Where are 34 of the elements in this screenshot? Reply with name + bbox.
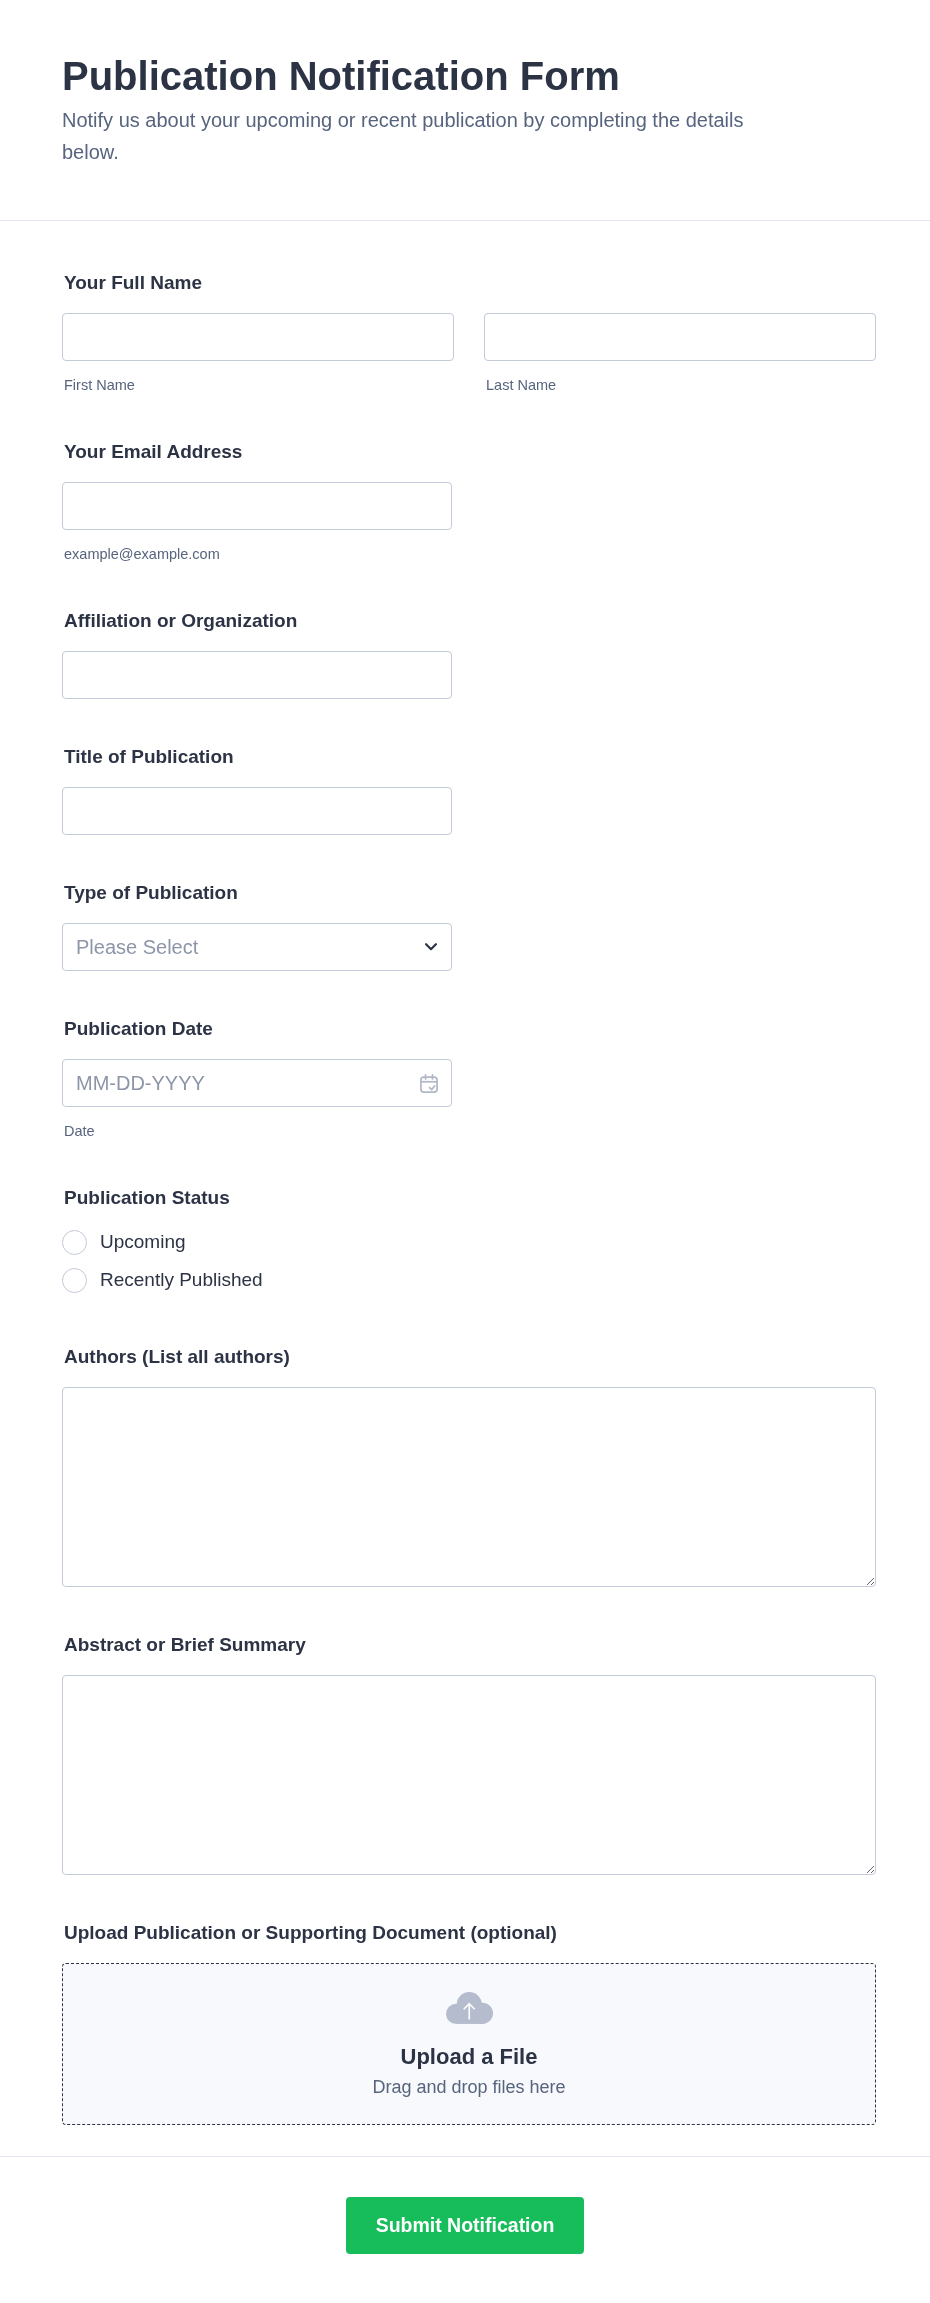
field-label: Publication Date	[64, 1017, 213, 1041]
field-sublabel: First Name	[64, 376, 135, 394]
form-title: Publication Notification Form	[62, 53, 621, 100]
field-label: Title of Publication	[64, 745, 234, 769]
upload-hint: Drag and drop files here	[372, 2076, 566, 2098]
upload-title: Upload a File	[400, 2043, 538, 2071]
text-field[interactable]	[62, 313, 454, 361]
text-field[interactable]	[62, 787, 452, 835]
field-label: Type of Publication	[64, 881, 238, 905]
text-field[interactable]	[62, 651, 452, 699]
text-area[interactable]	[62, 1675, 876, 1875]
option-label[interactable]: Upcoming	[100, 1230, 186, 1254]
field-label: Your Email Address	[64, 440, 243, 464]
chevron-down-icon	[425, 943, 437, 951]
upload-dropzone[interactable]: Upload a File Drag and drop files here	[62, 1963, 876, 2125]
field-sublabel: example@example.com	[64, 545, 220, 563]
field-label: Publication Status	[64, 1186, 230, 1210]
field-label: Upload Publication or Supporting Document (optional)	[64, 1921, 557, 1945]
field-sublabel: Date	[64, 1122, 95, 1140]
option-label[interactable]: Recently Published	[100, 1268, 263, 1292]
field-label: Affiliation or Organization	[64, 609, 298, 633]
field-label: Authors (List all authors)	[64, 1345, 290, 1369]
form-description: Notify us about your upcoming or recent publication by completing the details below.	[62, 108, 745, 165]
field-label: Abstract or Brief Summary	[64, 1633, 306, 1657]
radio-button[interactable]	[62, 1229, 87, 1255]
text-area[interactable]	[62, 1387, 876, 1587]
cloud-upload-icon	[445, 1992, 493, 2024]
date-field[interactable]: MM-DD-YYYY	[62, 1059, 452, 1107]
radio-button[interactable]	[62, 1267, 87, 1293]
text-field[interactable]	[484, 313, 876, 361]
field-sublabel: Last Name	[486, 376, 557, 394]
field-label: Your Full Name	[64, 271, 202, 295]
calendar-icon	[420, 1074, 438, 1093]
text-field[interactable]	[62, 482, 452, 530]
